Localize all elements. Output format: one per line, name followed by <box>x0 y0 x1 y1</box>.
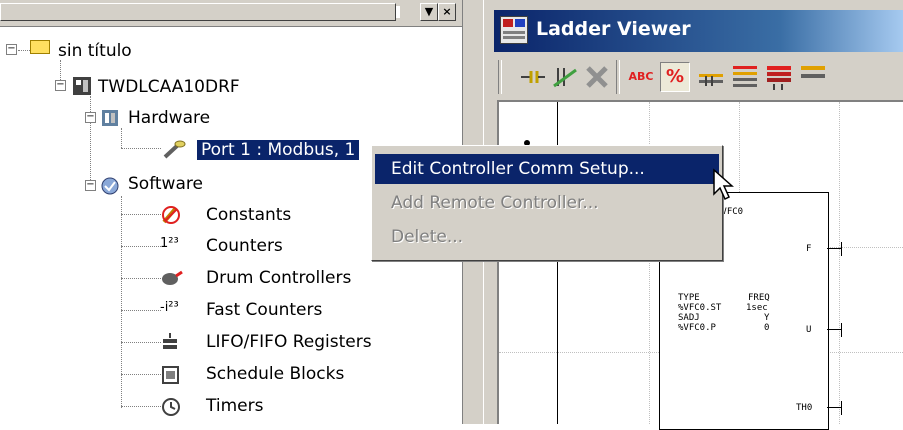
menu-item-add-remote-controller[interactable]: Add Remote Controller... <box>375 188 719 218</box>
param-type-key: TYPE <box>678 293 700 303</box>
drum-icon <box>160 268 183 288</box>
output-u-wire <box>827 329 841 330</box>
tree-node-software[interactable]: Software <box>128 173 203 195</box>
param-p-value: 0 <box>764 323 770 333</box>
toolbar-grip <box>498 60 502 94</box>
tree-node-controller[interactable]: TWDLCAA10DRF <box>98 76 240 98</box>
toggle-addresses-button[interactable]: % <box>660 62 690 92</box>
toggle-labels-button[interactable]: ABC <box>626 62 656 92</box>
output-th0-label: TH0 <box>796 403 813 413</box>
tree-connector <box>121 374 161 375</box>
collapse-controller-icon[interactable]: − <box>55 80 66 91</box>
rung-list-icon[interactable] <box>730 62 760 92</box>
param-sadj-value: Y <box>764 313 770 323</box>
tree-connector <box>121 128 122 148</box>
output-th0-contact <box>841 401 842 415</box>
close-pane-icon[interactable]: × <box>438 3 456 21</box>
tree-node-root[interactable]: sin título <box>58 40 132 62</box>
tree-node-drum-controllers[interactable]: Drum Controllers <box>206 267 351 289</box>
tree-node-counters[interactable]: Counters <box>206 235 283 257</box>
rung-expand-icon[interactable] <box>764 62 794 92</box>
tree-connector <box>121 278 161 279</box>
output-u-label: U <box>806 325 812 335</box>
tree-connector <box>121 196 122 408</box>
counters-icon: 1²³ <box>160 236 179 251</box>
schedule-icon <box>160 364 180 384</box>
timer-icon <box>160 396 180 416</box>
tree-connector <box>121 214 161 215</box>
mouse-cursor-icon <box>712 168 736 202</box>
controller-icon <box>72 76 92 96</box>
tree-connector <box>121 310 161 311</box>
ladder-viewer-titlebar[interactable]: Ladder Viewer <box>494 10 903 52</box>
tree-connector <box>121 342 161 343</box>
tree-node-fast-counters[interactable]: Fast Counters <box>206 299 322 321</box>
ladder-toolbar: ABC % <box>494 52 903 98</box>
hardware-icon <box>100 108 120 128</box>
param-st-key: %VFC0.ST <box>678 303 722 313</box>
delete-element-icon[interactable] <box>582 62 612 92</box>
collapse-hardware-icon[interactable]: − <box>85 112 96 123</box>
constants-icon <box>160 204 180 224</box>
output-u-contact <box>841 323 842 337</box>
tree-connector <box>90 96 91 186</box>
folder-icon <box>30 40 50 54</box>
insert-coil-icon[interactable] <box>550 62 580 92</box>
insert-contact-icon[interactable] <box>518 62 548 92</box>
ladder-viewer-title: Ladder Viewer <box>536 18 691 40</box>
tree-node-constants[interactable]: Constants <box>206 204 291 226</box>
tree-node-port[interactable]: Port 1 : Modbus, 1 <box>197 139 360 161</box>
menu-item-edit-comm-setup[interactable]: Edit Controller Comm Setup... <box>375 154 719 184</box>
scroll-down-arrow-icon[interactable]: ▼ <box>420 3 438 21</box>
lifo-fifo-icon <box>160 332 180 352</box>
tree-node-lifo-fifo[interactable]: LIFO/FIFO Registers <box>206 331 372 353</box>
rung-more-icon[interactable] <box>798 62 828 92</box>
tree-horizontal-scrollbar[interactable]: ▼ × <box>0 0 462 27</box>
tree-node-timers[interactable]: Timers <box>206 395 263 417</box>
port-cable-icon <box>162 139 186 159</box>
ladder-app-icon <box>500 16 528 44</box>
output-th0-wire <box>827 407 841 408</box>
tree-node-schedule-blocks[interactable]: Schedule Blocks <box>206 363 344 385</box>
context-menu: Edit Controller Comm Setup... Add Remote… <box>371 145 723 261</box>
fast-counters-icon: -i²³ <box>160 300 179 315</box>
software-icon <box>100 176 120 196</box>
output-f-contact <box>841 242 842 256</box>
param-sadj-key: SADJ <box>678 313 700 323</box>
collapse-root-icon[interactable]: − <box>6 44 17 55</box>
tree-connector <box>121 406 161 407</box>
collapse-software-icon[interactable]: − <box>85 180 96 191</box>
menu-item-delete[interactable]: Delete... <box>375 222 719 252</box>
toolbar-separator <box>616 60 620 94</box>
param-type-value: FREQ <box>748 293 770 303</box>
param-st-value: 1sec <box>746 303 768 313</box>
tree-connector <box>18 50 30 51</box>
port-label[interactable]: Port 1 : Modbus, 1 <box>197 140 360 160</box>
tree-connector <box>121 246 161 247</box>
scrollbar-thumb[interactable] <box>0 3 396 21</box>
tree-node-hardware[interactable]: Hardware <box>128 107 210 129</box>
output-f-wire <box>827 248 841 249</box>
tree-connector <box>121 148 161 149</box>
grid-line <box>839 102 840 424</box>
output-f-label: F <box>806 244 812 254</box>
param-p-key: %VFC0.P <box>678 323 716 333</box>
rung-comment-icon[interactable] <box>696 62 726 92</box>
